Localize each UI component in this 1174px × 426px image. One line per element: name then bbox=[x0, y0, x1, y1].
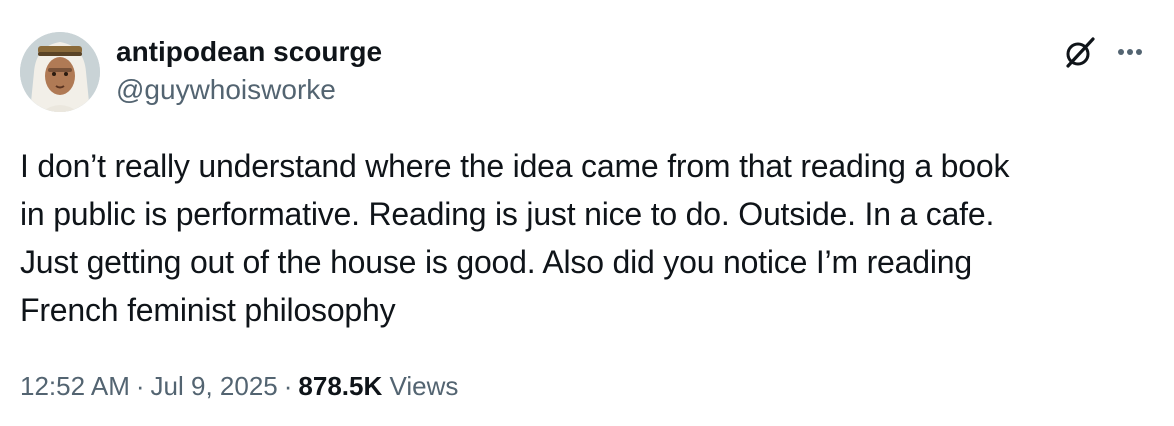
tweet-card: antipodean scourge @guywhoisworke I don’… bbox=[0, 0, 1174, 426]
author-handle[interactable]: @guywhoisworke bbox=[116, 72, 382, 108]
avatar[interactable] bbox=[20, 32, 100, 112]
grok-button[interactable] bbox=[1058, 30, 1102, 74]
more-options-button[interactable] bbox=[1108, 30, 1152, 74]
tweet-time[interactable]: 12:52 AM bbox=[20, 371, 130, 401]
avatar-image bbox=[20, 32, 100, 112]
tweet-meta: 12:52 AM · Jul 9, 2025 · 878.5K Views bbox=[20, 366, 458, 406]
meta-separator: · bbox=[283, 371, 293, 401]
grok-icon bbox=[1066, 37, 1095, 68]
tweet-date[interactable]: Jul 9, 2025 bbox=[151, 371, 278, 401]
author-names: antipodean scourge @guywhoisworke bbox=[116, 34, 382, 108]
views-label: Views bbox=[389, 371, 459, 401]
meta-separator: · bbox=[135, 371, 145, 401]
tweet-text: I don’t really understand where the idea… bbox=[20, 148, 1010, 328]
author-display-name[interactable]: antipodean scourge bbox=[116, 34, 382, 70]
views-count[interactable]: 878.5K bbox=[298, 371, 382, 401]
more-horizontal-icon bbox=[1118, 49, 1142, 55]
